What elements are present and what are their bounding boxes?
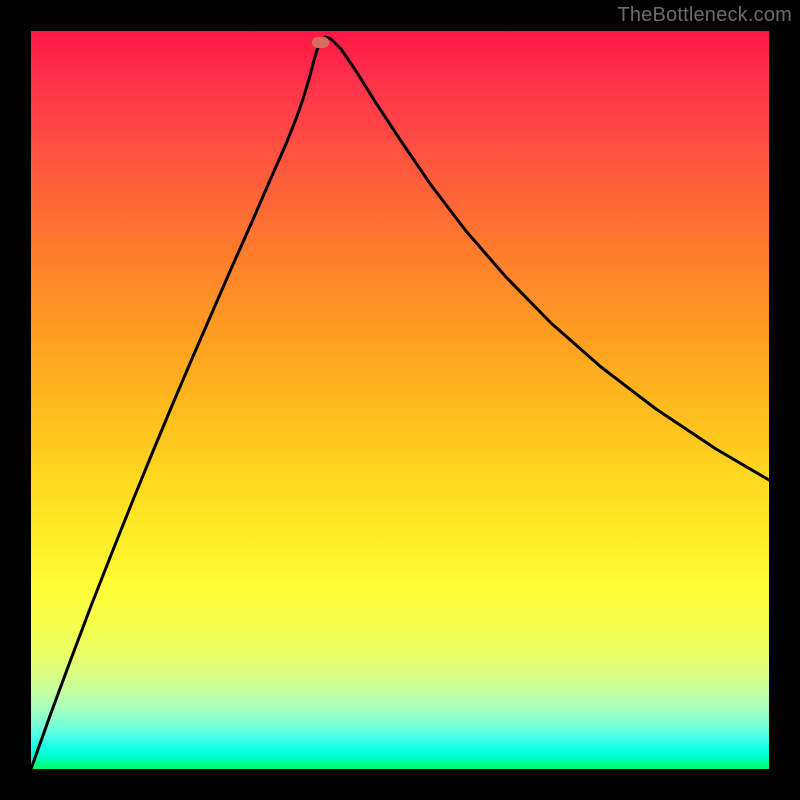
curve-svg: [31, 31, 769, 769]
bottleneck-curve: [31, 37, 769, 769]
watermark-text: TheBottleneck.com: [617, 4, 792, 27]
plot-area: [31, 31, 769, 769]
chart-frame: TheBottleneck.com: [0, 0, 800, 800]
optimal-point-marker: [312, 37, 329, 48]
